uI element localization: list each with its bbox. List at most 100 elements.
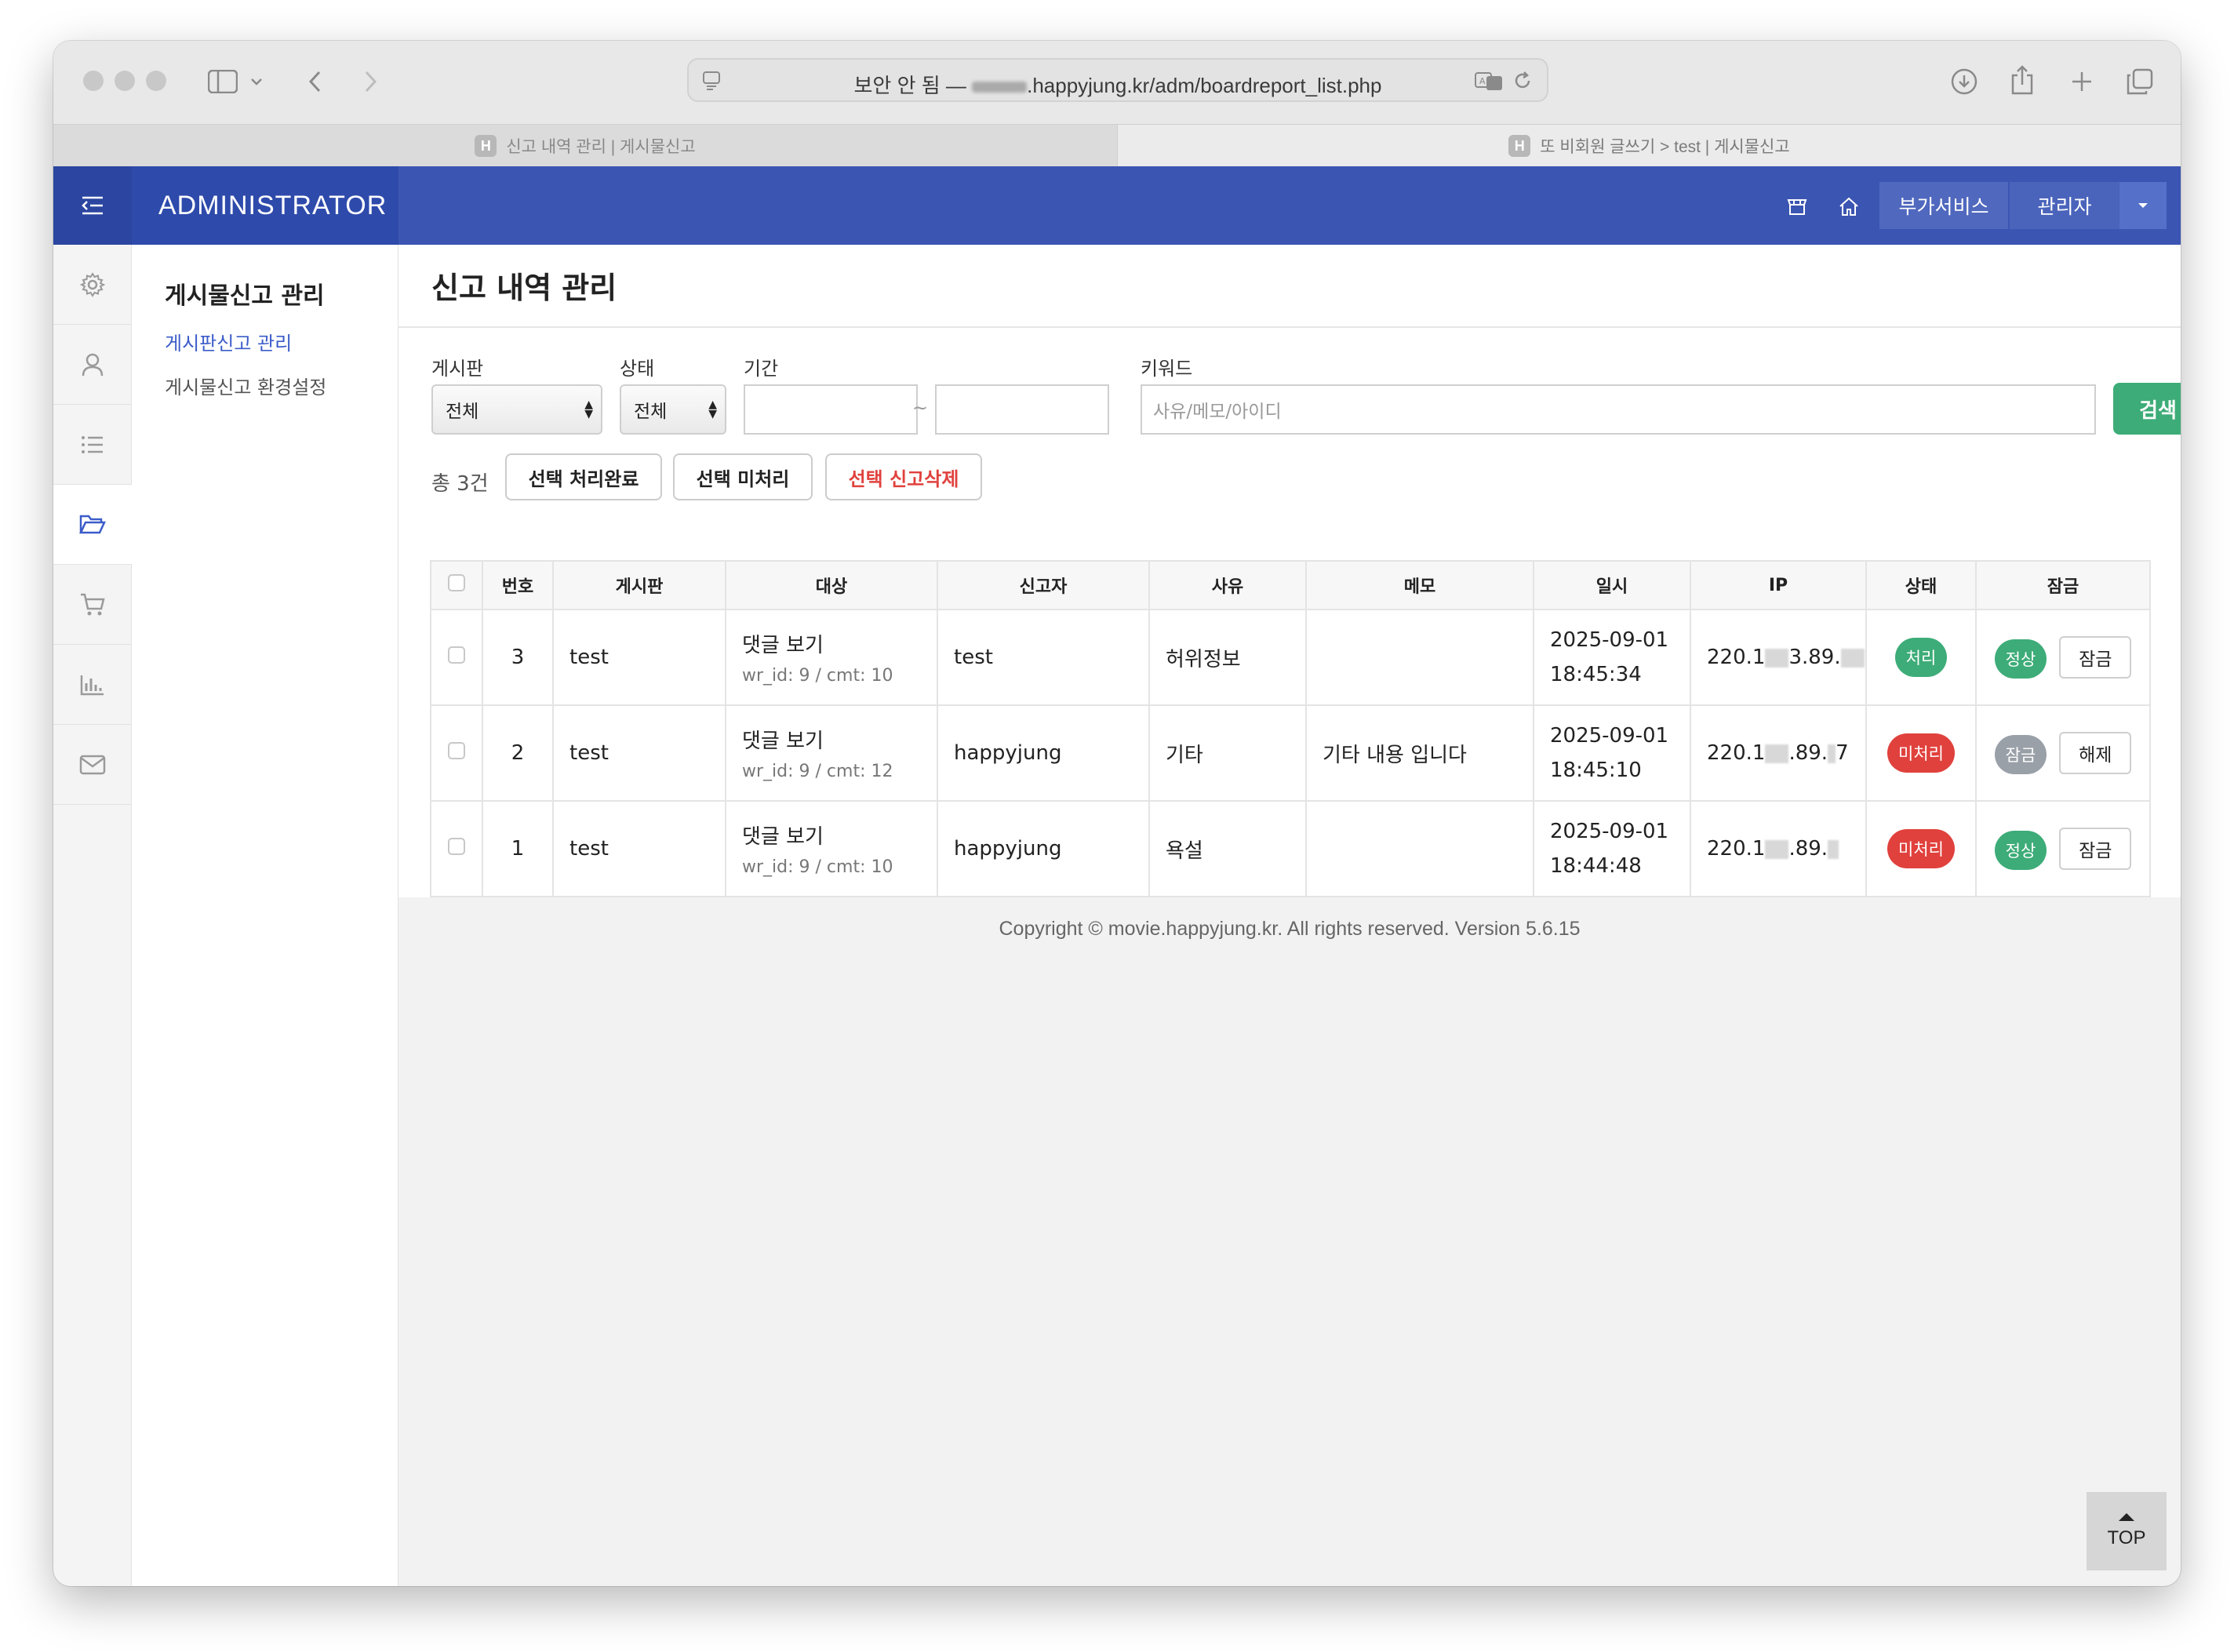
- column-header: 일시: [1533, 560, 1691, 610]
- forward-icon[interactable]: [359, 66, 383, 97]
- row-reporter: happyjung: [937, 704, 1150, 802]
- scroll-top-button[interactable]: TOP: [2087, 1492, 2167, 1570]
- row-time: 18:45:10: [1550, 759, 1642, 782]
- rail-boards[interactable]: [53, 405, 132, 485]
- lock-button[interactable]: 잠금: [2059, 636, 2132, 679]
- lock-button[interactable]: 잠금: [2059, 828, 2132, 870]
- store-icon[interactable]: [1785, 195, 1809, 218]
- keyword-input[interactable]: 사유/메모/아이디: [1141, 384, 2096, 435]
- status-badge: 미처리: [1887, 829, 1955, 868]
- delete-reports-button[interactable]: 선택 신고삭제: [825, 453, 982, 500]
- back-icon[interactable]: [303, 66, 326, 97]
- download-icon[interactable]: [1948, 66, 1980, 97]
- select-arrows-icon: ▲ ▼: [584, 398, 593, 420]
- arrow-up-icon: [2119, 1513, 2134, 1521]
- caret-down-icon: [2138, 203, 2148, 208]
- mark-complete-button[interactable]: 선택 처리완료: [505, 453, 662, 500]
- unlock-button[interactable]: 해제: [2059, 732, 2132, 774]
- row-checkbox[interactable]: [448, 646, 465, 664]
- address-bar[interactable]: 보안 안 됨 — .happyjung.kr/adm/boardreport_l…: [687, 58, 1548, 102]
- board-select-value: 전체: [446, 402, 479, 422]
- chevron-down-icon[interactable]: [248, 71, 265, 93]
- column-header: 잠금: [1975, 560, 2151, 610]
- close-window-button[interactable]: [83, 71, 104, 91]
- column-header: 메모: [1305, 560, 1534, 610]
- top-label: TOP: [2107, 1527, 2146, 1548]
- table-header-row: 번호 게시판 대상 신고자 사유 메모 일시 IP 상태 잠금: [430, 560, 2151, 610]
- user-icon: [82, 353, 104, 376]
- rail-reports[interactable]: [53, 485, 132, 565]
- brand-logo[interactable]: ADMINISTRATOR: [132, 166, 398, 245]
- cart-icon: [81, 593, 105, 615]
- row-reason: 기타: [1148, 704, 1307, 802]
- row-date: 2025-09-01: [1550, 820, 1669, 843]
- rail-stats[interactable]: [53, 645, 132, 725]
- column-header: IP: [1690, 560, 1867, 610]
- select-all-checkbox[interactable]: [448, 574, 465, 591]
- row-checkbox[interactable]: [448, 742, 465, 759]
- rail-shop[interactable]: [53, 565, 132, 645]
- target-meta: wr_id: 9 / cmt: 10: [742, 857, 893, 877]
- target-link[interactable]: 댓글 보기: [742, 725, 937, 754]
- period-start-input[interactable]: [744, 384, 918, 435]
- tab-bar: H 신고 내역 관리 | 게시물신고 H 또 비회원 글쓰기 > test | …: [53, 124, 2181, 167]
- row-date: 2025-09-01: [1550, 628, 1669, 652]
- mark-pending-button[interactable]: 선택 미처리: [673, 453, 813, 500]
- board-select[interactable]: 전체 ▲ ▼: [431, 384, 602, 435]
- list-icon: [82, 435, 103, 453]
- minimize-window-button[interactable]: [115, 71, 135, 91]
- sidebar-toggle-icon[interactable]: [206, 66, 240, 97]
- submenu-title: 게시물신고 관리: [165, 282, 325, 310]
- home-icon[interactable]: [1837, 195, 1861, 218]
- tab-label: 신고 내역 관리 | 게시물신고: [506, 138, 696, 156]
- admin-dropdown-button[interactable]: [2119, 182, 2167, 229]
- row-ip: 220.1.89. 7: [1690, 704, 1867, 802]
- tab-guest-write[interactable]: H 또 비회원 글쓰기 > test | 게시물신고: [1117, 125, 2181, 167]
- rail-members[interactable]: [53, 325, 132, 405]
- row-number: 3: [482, 609, 554, 706]
- submenu-item-board-report[interactable]: 게시판신고 관리: [165, 328, 292, 355]
- menu-toggle-button[interactable]: [53, 166, 132, 245]
- rail-settings[interactable]: [53, 245, 132, 325]
- browser-window: 보안 안 됨 — .happyjung.kr/adm/boardreport_l…: [53, 41, 2181, 1586]
- rail-mail[interactable]: [53, 725, 132, 805]
- submenu-item-report-settings[interactable]: 게시물신고 환경설정: [165, 372, 326, 399]
- keyword-placeholder: 사유/메모/아이디: [1153, 402, 1282, 422]
- row-memo: [1305, 609, 1534, 706]
- reload-icon[interactable]: [1511, 69, 1534, 93]
- sub-menu: 게시물신고 관리 게시판신고 관리 게시물신고 환경설정: [132, 245, 398, 1586]
- admin-menu-button[interactable]: 관리자: [2010, 182, 2119, 229]
- status-badge: 미처리: [1887, 733, 1955, 773]
- footer-copyright: Copyright © movie.happyjung.kr. All righ…: [999, 918, 1581, 940]
- row-checkbox[interactable]: [448, 838, 465, 855]
- row-number: 1: [482, 800, 554, 897]
- status-select[interactable]: 전체 ▲ ▼: [620, 384, 726, 435]
- target-link[interactable]: 댓글 보기: [742, 629, 937, 658]
- new-tab-icon[interactable]: [2066, 66, 2098, 97]
- gear-icon: [79, 271, 106, 297]
- row-time: 18:45:34: [1550, 663, 1642, 686]
- tab-report-list[interactable]: H 신고 내역 관리 | 게시물신고: [53, 125, 1117, 167]
- table-row: 3 test 댓글 보기 wr_id: 9 / cmt: 10 test 허위정…: [430, 609, 2151, 706]
- zoom-window-button[interactable]: [146, 71, 166, 91]
- total-count: 총 3건: [431, 472, 489, 496]
- svg-text:A: A: [1479, 76, 1486, 86]
- row-reporter: happyjung: [937, 800, 1150, 897]
- row-reason: 욕설: [1148, 800, 1307, 897]
- select-arrows-icon: ▲ ▼: [708, 398, 717, 420]
- tab-overview-icon[interactable]: [2124, 66, 2156, 97]
- page-title: 신고 내역 관리: [431, 271, 617, 305]
- row-reporter: test: [937, 609, 1150, 706]
- share-icon[interactable]: [2007, 63, 2038, 97]
- period-separator: ~: [912, 397, 929, 419]
- row-date: 2025-09-01: [1550, 724, 1669, 748]
- browser-titlebar: 보안 안 됨 — .happyjung.kr/adm/boardreport_l…: [53, 41, 2181, 124]
- menu-collapse-icon: [82, 196, 103, 215]
- target-link[interactable]: 댓글 보기: [742, 821, 937, 850]
- addon-services-button[interactable]: 부가서비스: [1879, 182, 2008, 229]
- search-button[interactable]: 검색: [2113, 383, 2181, 435]
- translate-icon[interactable]: A: [1473, 69, 1504, 93]
- tab-label: 또 비회원 글쓰기 > test | 게시물신고: [1540, 138, 1790, 156]
- period-end-input[interactable]: [935, 384, 1109, 435]
- column-header: 번호: [482, 560, 554, 610]
